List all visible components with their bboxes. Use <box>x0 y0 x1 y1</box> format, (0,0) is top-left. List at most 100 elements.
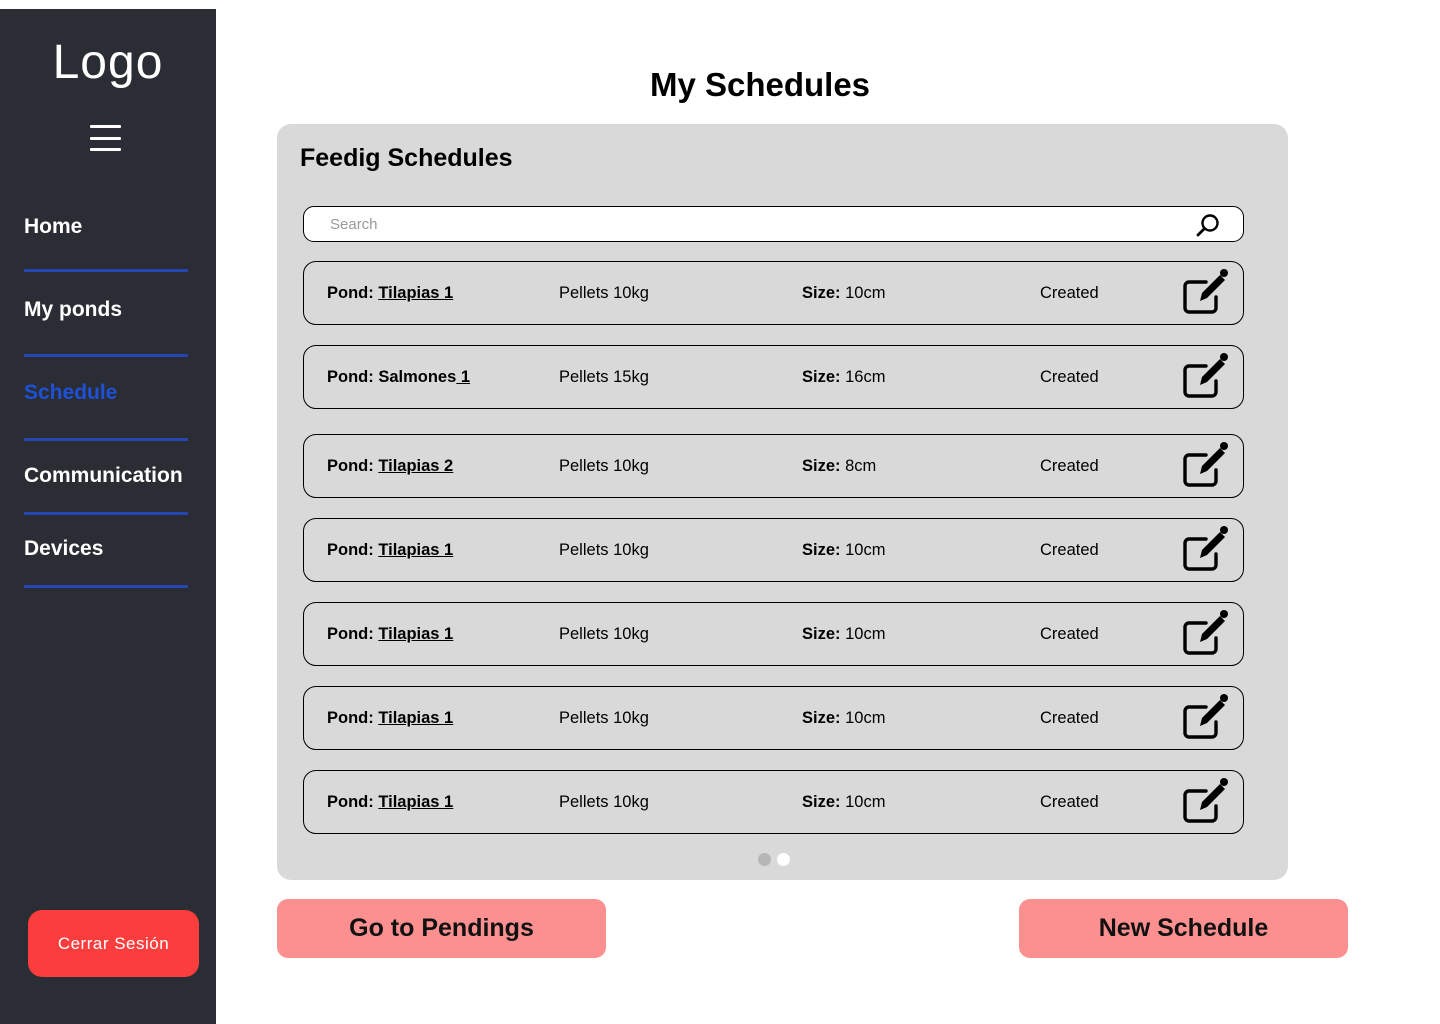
sidebar-item-label: Communication <box>24 464 183 487</box>
schedule-row: Pond: Tilapias 1 Pellets 10kg Size: 10cm Cr… <box>303 261 1244 325</box>
pond-label: Pond: <box>327 284 379 302</box>
size-label: Size: <box>802 284 841 302</box>
status-cell: Created <box>1040 541 1099 559</box>
nav-divider <box>24 269 188 272</box>
sidebar-item-label: Devices <box>24 537 104 560</box>
status-cell: Created <box>1040 457 1099 475</box>
size-cell: Size: 10cm <box>802 793 885 812</box>
pond-link[interactable]: Tilapias 1 <box>378 625 453 643</box>
sidebar-item-my-ponds[interactable]: My ponds <box>24 298 188 322</box>
go-to-pendings-button[interactable]: Go to Pendings <box>277 899 606 958</box>
feed-cell: Pellets 10kg <box>559 541 649 559</box>
edit-icon[interactable] <box>1180 268 1232 318</box>
edit-icon[interactable] <box>1180 609 1232 659</box>
pagination <box>758 853 790 866</box>
sidebar-item-communication[interactable]: Communication <box>24 464 188 488</box>
size-cell: Size: 10cm <box>802 541 885 560</box>
pond-label: Pond: <box>327 457 379 475</box>
pond-link[interactable]: Tilapias 2 <box>378 457 453 475</box>
size-value: 10cm <box>840 541 886 559</box>
sidebar-item-schedule[interactable]: Schedule <box>24 381 188 405</box>
pond-label: Pond: <box>327 709 379 727</box>
logo: Logo <box>52 36 164 89</box>
size-value: 8cm <box>840 457 877 475</box>
hamburger-bar <box>90 136 121 140</box>
status-cell: Created <box>1040 368 1099 386</box>
feed-cell: Pellets 10kg <box>559 457 649 475</box>
schedule-row: Pond: Tilapias 1 Pellets 10kg Size: 10cm Cr… <box>303 602 1244 666</box>
pond-link[interactable]: Tilapias 1 <box>378 793 453 811</box>
size-cell: Size: 10cm <box>802 625 885 644</box>
size-label: Size: <box>802 709 841 727</box>
status-cell: Created <box>1040 625 1099 643</box>
logout-button[interactable]: Cerrar Sesión <box>28 910 199 977</box>
pond-label: Pond: Salmones <box>327 368 457 386</box>
schedule-row: Pond: Tilapias 1 Pellets 10kg Size: 10cm Cr… <box>303 686 1244 750</box>
size-cell: Size: 10cm <box>802 709 885 728</box>
status-cell: Created <box>1040 284 1099 302</box>
nav-divider <box>24 512 188 515</box>
size-label: Size: <box>802 793 841 811</box>
search-icon[interactable] <box>1195 212 1221 238</box>
sidebar-item-label: Schedule <box>24 381 118 404</box>
size-value: 10cm <box>840 625 886 643</box>
sidebar-item-label: My ponds <box>24 298 122 321</box>
pond-link[interactable]: 1 <box>456 368 470 386</box>
sidebar-item-devices[interactable]: Devices <box>24 537 188 561</box>
edit-icon[interactable] <box>1180 693 1232 743</box>
size-label: Size: <box>802 541 841 559</box>
pond-link[interactable]: Tilapias 1 <box>378 541 453 559</box>
edit-icon[interactable] <box>1180 525 1232 575</box>
size-value: 16cm <box>840 368 886 386</box>
pond-cell: Pond: Tilapias 1 <box>327 709 453 728</box>
size-cell: Size: 16cm <box>802 368 885 387</box>
pond-cell: Pond: Salmones 1 <box>327 368 470 387</box>
edit-icon[interactable] <box>1180 441 1232 491</box>
hamburger-menu-icon[interactable] <box>90 125 121 151</box>
sidebar-item-label: Home <box>24 215 83 238</box>
page-dot-2[interactable] <box>777 853 790 866</box>
schedule-row: Pond: Salmones 1 Pellets 15kg Size: 16cm Cr… <box>303 345 1244 409</box>
feed-cell: Pellets 10kg <box>559 793 649 811</box>
size-cell: Size: 8cm <box>802 457 876 476</box>
pond-label: Pond: <box>327 541 379 559</box>
size-label: Size: <box>802 457 841 475</box>
pond-cell: Pond: Tilapias 1 <box>327 284 453 303</box>
status-cell: Created <box>1040 793 1099 811</box>
new-schedule-button[interactable]: New Schedule <box>1019 899 1348 958</box>
size-label: Size: <box>802 368 841 386</box>
edit-icon[interactable] <box>1180 352 1232 402</box>
nav-divider <box>24 585 188 588</box>
status-cell: Created <box>1040 709 1099 727</box>
search-bar <box>303 206 1244 242</box>
pond-cell: Pond: Tilapias 2 <box>327 457 453 476</box>
pond-label: Pond: <box>327 625 379 643</box>
sidebar: Logo Home My ponds Schedule Communicatio… <box>0 9 216 1024</box>
pond-link[interactable]: Tilapias 1 <box>378 284 453 302</box>
feed-cell: Pellets 10kg <box>559 709 649 727</box>
size-value: 10cm <box>840 709 886 727</box>
panel-title: Feedig Schedules <box>300 144 513 172</box>
pond-cell: Pond: Tilapias 1 <box>327 793 453 812</box>
nav-divider <box>24 354 188 357</box>
size-label: Size: <box>802 625 841 643</box>
schedules-panel: Feedig Schedules Pond: Tilapias 1 Pellets… <box>277 124 1288 880</box>
size-value: 10cm <box>840 793 886 811</box>
pond-cell: Pond: Tilapias 1 <box>327 625 453 644</box>
sidebar-item-home[interactable]: Home <box>24 215 188 239</box>
schedule-row: Pond: Tilapias 1 Pellets 10kg Size: 10cm Cr… <box>303 770 1244 834</box>
size-value: 10cm <box>840 284 886 302</box>
nav-divider <box>24 438 188 441</box>
page-title: My Schedules <box>649 66 871 103</box>
size-cell: Size: 10cm <box>802 284 885 303</box>
search-input[interactable] <box>330 213 1150 235</box>
schedule-row: Pond: Tilapias 2 Pellets 10kg Size: 8cm Cre… <box>303 434 1244 498</box>
feed-cell: Pellets 15kg <box>559 368 649 386</box>
hamburger-bar <box>90 125 121 128</box>
feed-cell: Pellets 10kg <box>559 625 649 643</box>
page-dot-1[interactable] <box>758 853 771 866</box>
pond-link[interactable]: Tilapias 1 <box>378 709 453 727</box>
hamburger-bar <box>90 148 121 151</box>
pond-label: Pond: <box>327 793 379 811</box>
edit-icon[interactable] <box>1180 777 1232 827</box>
